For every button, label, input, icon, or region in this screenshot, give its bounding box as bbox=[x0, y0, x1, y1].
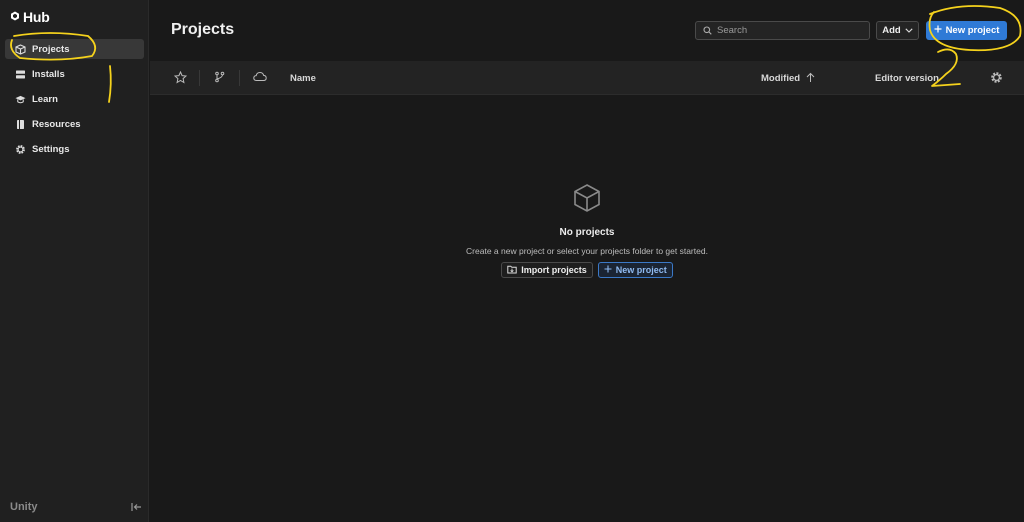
page-title: Projects bbox=[171, 21, 235, 38]
import-projects-label: Import projects bbox=[521, 265, 587, 275]
chevron-down-icon bbox=[905, 25, 913, 36]
sort-arrow-up-icon[interactable] bbox=[806, 72, 815, 83]
cloud-column-button[interactable] bbox=[253, 71, 267, 82]
sidebar-item-label: Projects bbox=[32, 43, 70, 55]
column-divider bbox=[199, 70, 200, 86]
gear-icon bbox=[15, 144, 26, 155]
column-header-modified[interactable]: Modified bbox=[761, 73, 800, 84]
favorite-column-button[interactable] bbox=[174, 71, 187, 84]
plus-icon bbox=[604, 265, 612, 275]
search-icon bbox=[703, 22, 712, 40]
plus-icon bbox=[934, 25, 942, 36]
graduation-cap-icon bbox=[15, 94, 26, 105]
branch-column-button[interactable] bbox=[214, 71, 225, 83]
collapse-sidebar-button[interactable] bbox=[131, 502, 142, 512]
sidebar: Hub Projects Installs Learn Resources Se… bbox=[0, 0, 149, 522]
search-input[interactable] bbox=[717, 25, 857, 36]
collapse-left-icon bbox=[131, 503, 141, 511]
project-table-header: Name Modified Editor version bbox=[150, 61, 1024, 95]
column-settings-button[interactable] bbox=[990, 71, 1003, 84]
empty-cube-icon bbox=[573, 183, 601, 218]
sidebar-nav: Projects Installs Learn Resources Settin… bbox=[5, 39, 144, 164]
column-header-editor-version[interactable]: Editor version bbox=[875, 73, 939, 84]
add-dropdown-button[interactable]: Add bbox=[876, 21, 919, 40]
hub-brand: Hub bbox=[10, 8, 50, 26]
unity-footer-logo: Unity bbox=[10, 501, 38, 513]
sidebar-item-resources[interactable]: Resources bbox=[5, 114, 144, 134]
server-icon bbox=[15, 69, 26, 80]
new-project-button[interactable]: New project bbox=[926, 21, 1007, 40]
new-project-label: New project bbox=[945, 25, 1000, 36]
sidebar-item-settings[interactable]: Settings bbox=[5, 139, 144, 159]
empty-state-actions: Import projects New project bbox=[150, 262, 1024, 278]
add-label: Add bbox=[882, 25, 901, 36]
folder-import-icon bbox=[507, 265, 517, 276]
book-icon bbox=[15, 119, 26, 130]
branch-icon bbox=[215, 71, 225, 83]
cloud-icon bbox=[253, 71, 267, 81]
column-header-name[interactable]: Name bbox=[290, 73, 316, 84]
empty-state-description: Create a new project or select your proj… bbox=[466, 246, 708, 256]
sidebar-item-projects[interactable]: Projects bbox=[5, 39, 144, 59]
empty-state-title: No projects bbox=[559, 227, 615, 238]
brand-title: Hub bbox=[23, 9, 50, 25]
sidebar-item-installs[interactable]: Installs bbox=[5, 64, 144, 84]
gear-icon bbox=[991, 72, 1002, 83]
sidebar-item-label: Installs bbox=[32, 68, 65, 80]
sidebar-item-label: Resources bbox=[32, 118, 81, 130]
sidebar-item-label: Learn bbox=[32, 93, 58, 105]
cube-icon bbox=[15, 43, 26, 55]
column-divider bbox=[239, 70, 240, 86]
star-icon bbox=[174, 71, 187, 84]
unity-logo-icon bbox=[10, 8, 20, 26]
empty-new-project-button[interactable]: New project bbox=[597, 262, 673, 278]
sidebar-item-label: Settings bbox=[32, 143, 70, 155]
import-projects-button[interactable]: Import projects bbox=[501, 262, 593, 278]
empty-new-project-label: New project bbox=[615, 265, 667, 275]
sidebar-item-learn[interactable]: Learn bbox=[5, 89, 144, 109]
sidebar-footer: Unity bbox=[10, 501, 142, 513]
main-content: Projects Add New project Name Modified bbox=[150, 0, 1024, 522]
search-box[interactable] bbox=[695, 21, 870, 40]
empty-state: No projects Create a new project or sele… bbox=[150, 183, 1024, 278]
